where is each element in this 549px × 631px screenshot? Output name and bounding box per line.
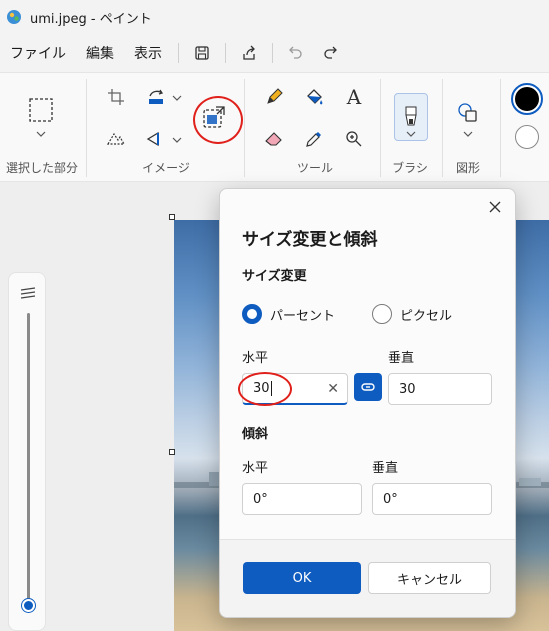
share-icon[interactable] [232,36,266,70]
group-label-brush: ブラシ [392,161,428,175]
close-icon[interactable] [483,195,507,219]
zoom-slider-panel [8,272,46,631]
menu-divider [178,43,179,63]
chevron-down-icon[interactable] [406,129,416,139]
chevron-down-icon[interactable] [172,93,182,103]
resize-vertical-label: 垂直 [388,351,415,366]
undo-icon[interactable] [279,36,313,70]
fill-icon[interactable] [300,83,328,111]
menu-file[interactable]: ファイル [0,34,76,72]
eraser-icon[interactable] [260,125,288,153]
magnifier-icon[interactable] [340,125,368,153]
pixel-radio[interactable] [372,304,392,324]
skew-vertical-value: 0° [383,491,398,507]
skew-horizontal-input[interactable]: 0° [242,483,362,515]
title-bar: umi.jpeg - ペイント [0,0,549,34]
menu-divider [272,43,273,63]
ribbon-divider [244,79,245,177]
brush-icon [405,106,417,126]
group-label-selection: 選択した部分 [5,161,78,175]
zoom-slider-track[interactable] [27,313,30,601]
flip-icon[interactable] [142,125,170,153]
lock-aspect-button[interactable] [354,373,382,401]
chevron-down-icon[interactable] [36,129,46,139]
chevron-down-icon[interactable] [463,129,473,139]
resize-vertical-input[interactable]: 30 [388,373,492,405]
pencil-icon[interactable] [260,83,288,111]
resize-section-title: サイズ変更 [242,269,307,284]
primary-color-swatch[interactable] [511,83,543,115]
paint-app-icon [7,10,21,24]
text-tool-icon[interactable]: A [340,83,368,111]
secondary-color-swatch[interactable] [515,125,539,149]
group-label-image: イメージ [142,161,190,175]
pixel-radio-label[interactable]: ピクセル [400,305,452,324]
select-tool[interactable] [26,95,56,125]
resize-horizontal-label: 水平 [242,351,269,366]
redo-icon[interactable] [313,36,347,70]
percent-radio[interactable] [242,304,262,324]
resize-vertical-value: 30 [399,381,416,397]
save-icon[interactable] [185,36,219,70]
zoom-slider-thumb[interactable] [22,599,35,612]
ribbon-divider [500,79,501,177]
dialog-footer: OK キャンセル [220,539,515,617]
ribbon-divider [442,79,443,177]
remove-background-icon[interactable] [102,125,130,153]
group-label-tools: ツール [296,161,333,175]
resize-handle-top[interactable] [169,214,175,220]
skew-section-title: 傾斜 [242,427,269,442]
ribbon: 選択した部分 イメージ A ツール ブラシ 図形 [0,72,549,182]
skew-horizontal-value: 0° [253,491,268,507]
skew-vertical-label: 垂直 [372,461,399,476]
skew-horizontal-label: 水平 [242,461,269,476]
selection-icon [29,98,53,122]
menu-edit[interactable]: 編集 [76,34,124,72]
crop-icon[interactable] [102,83,130,111]
window-title: umi.jpeg - ペイント [30,11,152,27]
clear-icon[interactable]: ✕ [327,381,339,397]
skew-vertical-input[interactable]: 0° [372,483,492,515]
resize-handle-middle[interactable] [169,449,175,455]
menu-view[interactable]: 表示 [124,34,172,72]
menu-bar: ファイル 編集 表示 [0,34,549,72]
cancel-button[interactable]: キャンセル [368,562,491,594]
text-tool-glyph: A [346,85,362,109]
ribbon-divider [380,79,381,177]
chevron-down-icon[interactable] [172,135,182,145]
rotate-icon[interactable] [142,83,170,111]
menu-divider [225,43,226,63]
group-label-shapes: 図形 [455,161,480,175]
ribbon-divider [86,79,87,177]
percent-radio-label[interactable]: パーセント [270,305,335,324]
dialog-title: サイズ変更と傾斜 [242,230,378,250]
annotation-circle-resize-button [193,96,243,144]
ok-button[interactable]: OK [243,562,361,594]
annotation-circle-horizontal-input [238,372,292,406]
layers-icon [20,287,36,299]
link-icon [361,383,375,391]
shapes-icon[interactable] [454,99,482,127]
color-picker-icon[interactable] [300,125,328,153]
